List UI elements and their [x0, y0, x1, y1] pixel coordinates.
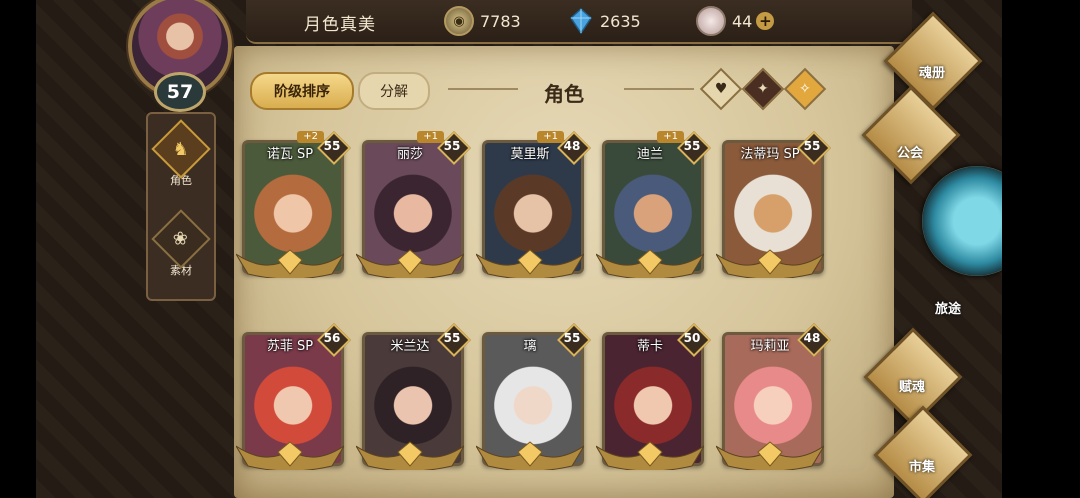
blue-gem-icon: [568, 8, 594, 34]
crown-wings-icon: [596, 249, 704, 278]
gold-amount: 7783: [480, 11, 521, 31]
level-badge: 55: [798, 132, 826, 160]
title-ornament-left: [448, 88, 518, 90]
level-badge: 48: [798, 324, 826, 352]
pink-crystal-icon: [696, 6, 726, 36]
level-badge: 50: [678, 324, 706, 352]
level-badge: 55: [678, 132, 706, 160]
character-card[interactable]: 蒂卡 50: [596, 331, 704, 472]
game-screen: 月色真美 ◉ 7783 2635 44 + 57 ♞ 角色 ❀ 素材 阶级排序 …: [36, 0, 1002, 498]
add-crystal-button[interactable]: +: [756, 12, 775, 30]
gem-resource[interactable]: 2635: [568, 7, 641, 35]
character-card[interactable]: 莫里斯 +1 48: [476, 131, 584, 280]
helmet-icon: ♞: [151, 119, 211, 179]
character-card[interactable]: 法蒂玛 SP 55: [716, 139, 824, 280]
player-avatar[interactable]: 57: [116, 0, 236, 112]
character-card[interactable]: 璃 55: [476, 331, 584, 472]
level-badge: 48: [558, 132, 586, 160]
character-card[interactable]: 苏菲 SP 56: [236, 331, 344, 472]
gold-coin-icon: ◉: [444, 6, 474, 36]
menu-materials[interactable]: ❀ 素材: [151, 209, 211, 278]
tab-sort-by-rank[interactable]: 阶级排序: [250, 72, 354, 110]
material-icon: ❀: [151, 209, 211, 269]
level-badge: 55: [438, 132, 466, 160]
page-title: 角色: [544, 82, 584, 106]
level-badge: 56: [318, 324, 346, 352]
menu-characters[interactable]: ♞ 角色: [151, 119, 211, 188]
title-ornament-right: [624, 88, 694, 90]
crystal-resource[interactable]: 44 +: [696, 6, 775, 36]
character-card[interactable]: 诺瓦 SP +2 55: [236, 131, 344, 280]
crown-wings-icon: [236, 441, 344, 470]
market-label: 市集: [908, 460, 935, 475]
crown-wings-icon: [236, 249, 344, 278]
crown-wings-icon: [716, 441, 824, 470]
journey-button[interactable]: [922, 166, 1002, 276]
level-badge: 55: [438, 324, 466, 352]
soul-gift-label: 赋魂: [898, 380, 925, 395]
crown-wings-icon: [476, 249, 584, 278]
gold-resource[interactable]: ◉ 7783: [444, 6, 521, 36]
character-card[interactable]: 玛莉亚 48: [716, 331, 824, 472]
guild-label: 公会: [896, 146, 923, 161]
crystal-amount: 44: [732, 11, 753, 31]
crown-wings-icon: [356, 249, 464, 278]
level-badge: 55: [558, 324, 586, 352]
character-card[interactable]: 丽莎 +1 55: [356, 131, 464, 280]
crown-wings-icon: [476, 441, 584, 470]
crown-wings-icon: [356, 441, 464, 470]
character-card[interactable]: 米兰达 55: [356, 331, 464, 472]
gem-amount: 2635: [600, 11, 641, 31]
tab-decompose[interactable]: 分解: [358, 72, 430, 110]
player-level-badge: 57: [154, 72, 206, 112]
character-card[interactable]: 迪兰 +1 55: [596, 131, 704, 280]
player-name: 月色真美: [304, 15, 376, 35]
left-menu: ♞ 角色 ❀ 素材: [146, 112, 216, 301]
soul-book-label: 魂册: [918, 66, 945, 81]
level-badge: 55: [318, 132, 346, 160]
journey-label: 旅途: [934, 302, 961, 317]
crown-wings-icon: [596, 441, 704, 470]
crown-wings-icon: [716, 249, 824, 278]
